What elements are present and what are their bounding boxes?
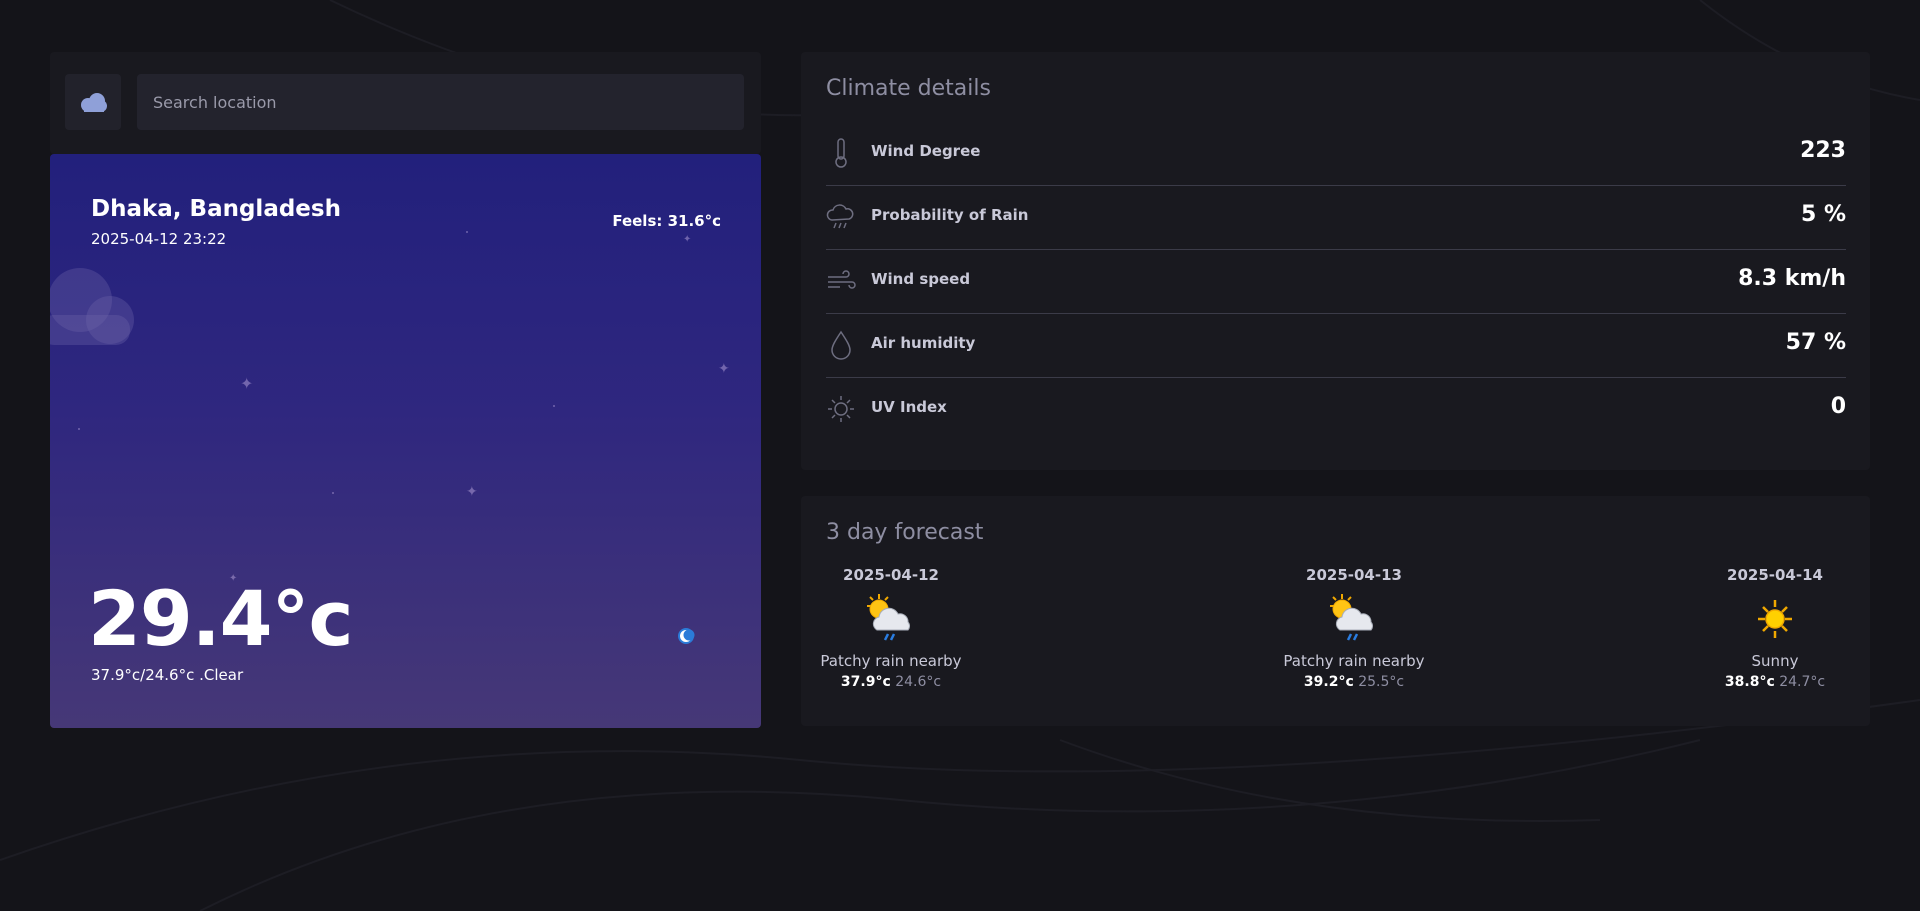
climate-details-panel: Climate details Wind Degree 223 Probabil… — [801, 52, 1870, 470]
forecast-low: 24.6°c — [895, 674, 942, 690]
climate-label: UV Index — [871, 398, 947, 416]
star-icon: ✦ — [683, 234, 692, 245]
star-icon: ✦ — [718, 361, 730, 377]
patchy-rain-icon — [867, 594, 910, 641]
moon-icon — [678, 628, 695, 644]
sun-icon — [826, 392, 856, 426]
climate-label: Wind Degree — [871, 142, 981, 160]
forecast-title: 3 day forecast — [826, 520, 984, 545]
climate-row-rain-probability: Probability of Rain 5 % — [826, 186, 1846, 250]
climate-row-air-humidity: Air humidity 57 % — [826, 314, 1846, 378]
climate-label: Wind speed — [871, 270, 971, 288]
location-name: Dhaka, Bangladesh — [91, 196, 341, 222]
current-temperature: 29.4°c — [88, 574, 354, 663]
feels-like: Feels: 31.6°c — [612, 212, 721, 230]
search-input[interactable] — [137, 74, 744, 130]
forecast-condition: Patchy rain nearby — [1283, 652, 1425, 670]
search-bar — [50, 52, 761, 154]
forecast-low: 24.7°c — [1779, 674, 1826, 690]
forecast-high: 39.2°c — [1303, 674, 1354, 690]
temperature-range: 37.9°c/24.6°c .Clear — [91, 666, 244, 684]
climate-row-uv-index: UV Index 0 — [826, 378, 1846, 442]
forecast-temperatures: 39.2°c 25.5°c — [1274, 674, 1434, 690]
climate-details-title: Climate details — [826, 76, 991, 101]
cloud-decoration — [50, 268, 134, 345]
forecast-day: 2025-04-12 Patchy rain nearby 37.9°c 24.… — [811, 566, 971, 706]
climate-label: Probability of Rain — [871, 206, 1029, 224]
forecast-date: 2025-04-13 — [1306, 566, 1402, 584]
forecast-day: 2025-04-13 Patchy rain nearby 39.2°c 25.… — [1274, 566, 1434, 706]
climate-value: 57 % — [1785, 330, 1846, 355]
star-dot — [553, 405, 555, 407]
forecast-condition: Sunny — [1751, 652, 1799, 670]
local-datetime: 2025-04-12 23:22 — [91, 230, 227, 248]
climate-label: Air humidity — [871, 334, 976, 352]
current-weather-card: ✦ ✦ ✦ ✦ ✦ Dhaka, Bangladesh 2025-04-12 2… — [50, 154, 761, 728]
climate-row-wind-speed: Wind speed 8.3 km/h — [826, 250, 1846, 314]
climate-value: 0 — [1830, 394, 1846, 419]
droplet-icon — [826, 328, 856, 362]
forecast-day: 2025-04-14 Sunny 38.8°c 24.7°c — [1695, 566, 1855, 706]
climate-value: 223 — [1800, 138, 1846, 163]
climate-row-wind-degree: Wind Degree 223 — [826, 122, 1846, 186]
forecast-temperatures: 37.9°c 24.6°c — [811, 674, 971, 690]
logo-button[interactable] — [65, 74, 121, 130]
star-dot — [332, 492, 334, 494]
climate-value: 8.3 km/h — [1738, 266, 1846, 291]
cloud-icon — [81, 93, 107, 112]
forecast-temperatures: 38.8°c 24.7°c — [1695, 674, 1855, 690]
forecast-panel: 3 day forecast 2025-04-12 Patchy rain ne… — [801, 496, 1870, 726]
forecast-date: 2025-04-12 — [843, 566, 939, 584]
patchy-rain-icon — [1330, 594, 1373, 641]
sunny-icon — [1758, 600, 1792, 638]
forecast-high: 37.9°c — [840, 674, 891, 690]
star-dot — [466, 231, 468, 233]
wind-icon — [826, 264, 856, 298]
star-dot — [78, 428, 80, 430]
climate-value: 5 % — [1800, 202, 1846, 227]
forecast-high: 38.8°c — [1724, 674, 1775, 690]
star-icon: ✦ — [466, 484, 478, 500]
forecast-condition: Patchy rain nearby — [820, 652, 962, 670]
star-icon: ✦ — [240, 374, 254, 393]
forecast-low: 25.5°c — [1358, 674, 1405, 690]
forecast-date: 2025-04-14 — [1727, 566, 1823, 584]
rain-cloud-icon — [826, 200, 856, 234]
thermometer-icon — [826, 136, 856, 170]
